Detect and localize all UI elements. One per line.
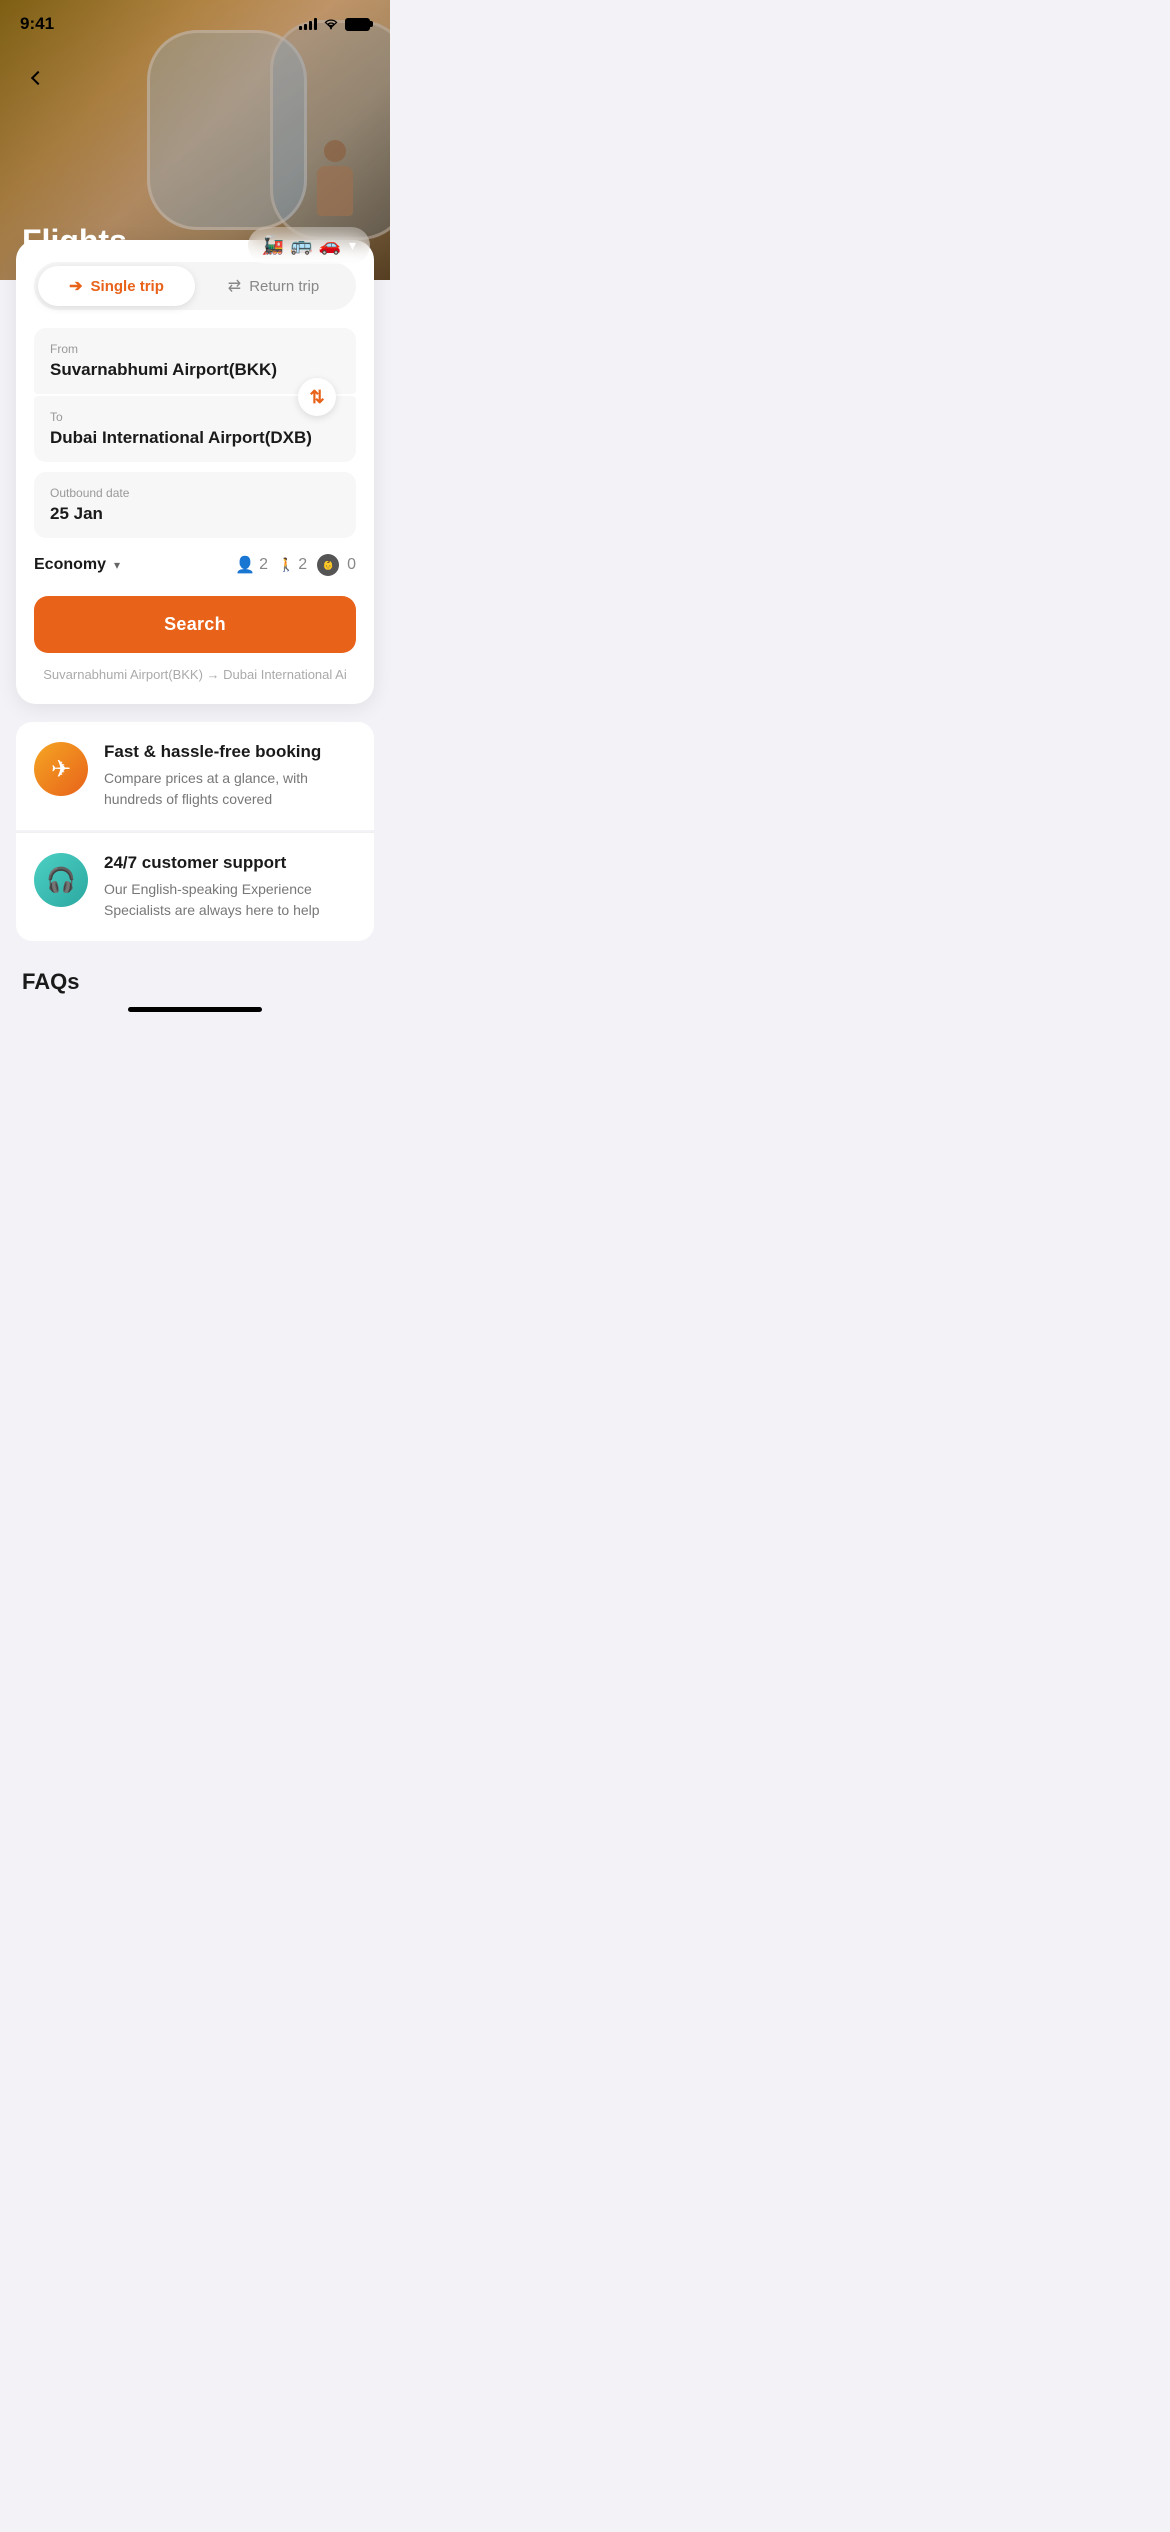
bus-icon: 🚌 (290, 235, 312, 256)
adult-count[interactable]: 👤 2 (235, 555, 268, 575)
search-button[interactable]: Search (34, 596, 356, 653)
origin-destination-wrapper: From Suvarnabhumi Airport(BKK) ⇅ To Duba… (34, 328, 356, 462)
booking-icon: ✈ (51, 755, 71, 784)
route-preview: Suvarnabhumi Airport(BKK) → Dubai Intern… (34, 667, 356, 682)
to-label: To (50, 410, 340, 424)
infant-count-value: 0 (347, 556, 356, 574)
passengers-row: Economy ▾ 👤 2 🚶 2 👶 0 (34, 554, 356, 576)
transport-icons: 🚂 🚌 🚗 (262, 235, 341, 256)
back-chevron-icon (31, 71, 45, 85)
class-selector[interactable]: Economy ▾ (34, 556, 120, 574)
status-icons (299, 18, 370, 31)
date-value: 25 Jan (50, 504, 340, 524)
child-icon: 🚶 (278, 557, 294, 573)
adult-icon: 👤 (235, 555, 255, 575)
home-bar (128, 1007, 262, 1012)
feature-booking: ✈ Fast & hassle-free booking Compare pri… (16, 722, 374, 830)
swap-icon: ⇅ (309, 388, 324, 406)
return-trip-icon: ⇄ (228, 276, 241, 296)
train-icon: 🚂 (262, 235, 284, 256)
single-trip-label: Single trip (91, 278, 164, 295)
to-value: Dubai International Airport(DXB) (50, 428, 340, 448)
return-trip-label: Return trip (249, 278, 319, 295)
single-trip-icon: ➔ (69, 276, 82, 296)
signal-icon (299, 18, 317, 30)
infant-count[interactable]: 👶 0 (317, 554, 356, 576)
home-indicator (0, 995, 390, 1020)
support-title: 24/7 customer support (104, 853, 356, 873)
transport-dropdown-icon: ▾ (349, 237, 356, 254)
support-icon-wrapper: 🎧 (34, 853, 88, 907)
car-icon: 🚗 (319, 235, 341, 256)
booking-feature-text: Fast & hassle-free booking Compare price… (104, 742, 356, 810)
from-label: From (50, 342, 340, 356)
feature-section: ✈ Fast & hassle-free booking Compare pri… (16, 722, 374, 941)
support-description: Our English-speaking Experience Speciali… (104, 879, 356, 921)
search-card: ➔ Single trip ⇄ Return trip From Suvarna… (16, 240, 374, 704)
support-icon: 🎧 (46, 866, 76, 895)
support-feature-text: 24/7 customer support Our English-speaki… (104, 853, 356, 921)
date-label: Outbound date (50, 486, 340, 500)
faqs-title: FAQs (22, 969, 79, 994)
status-time: 9:41 (20, 14, 54, 34)
child-count-value: 2 (298, 556, 307, 574)
battery-icon (345, 18, 370, 31)
booking-title: Fast & hassle-free booking (104, 742, 356, 762)
feature-support: 🎧 24/7 customer support Our English-spea… (16, 832, 374, 941)
hero-section: Flights 🚂 🚌 🚗 ▾ (0, 0, 390, 280)
class-dropdown-icon: ▾ (114, 558, 120, 572)
from-value: Suvarnabhumi Airport(BKK) (50, 360, 340, 380)
adult-count-value: 2 (259, 556, 268, 574)
swap-button[interactable]: ⇅ (298, 378, 336, 416)
transport-selector[interactable]: 🚂 🚌 🚗 ▾ (248, 227, 370, 264)
booking-icon-wrapper: ✈ (34, 742, 88, 796)
passenger-counts: 👤 2 🚶 2 👶 0 (235, 554, 356, 576)
child-count[interactable]: 🚶 2 (278, 556, 307, 574)
back-button[interactable] (20, 60, 56, 96)
trip-tabs: ➔ Single trip ⇄ Return trip (34, 262, 356, 310)
tab-single-trip[interactable]: ➔ Single trip (38, 266, 195, 306)
booking-description: Compare prices at a glance, with hundred… (104, 768, 356, 810)
infant-icon: 👶 (317, 554, 339, 576)
page-title: Flights (22, 223, 127, 260)
tab-return-trip[interactable]: ⇄ Return trip (195, 266, 352, 306)
status-bar: 9:41 (0, 0, 390, 40)
faqs-section: FAQs (0, 959, 390, 995)
wifi-icon (323, 18, 339, 30)
class-label: Economy (34, 556, 106, 574)
date-field[interactable]: Outbound date 25 Jan (34, 472, 356, 538)
